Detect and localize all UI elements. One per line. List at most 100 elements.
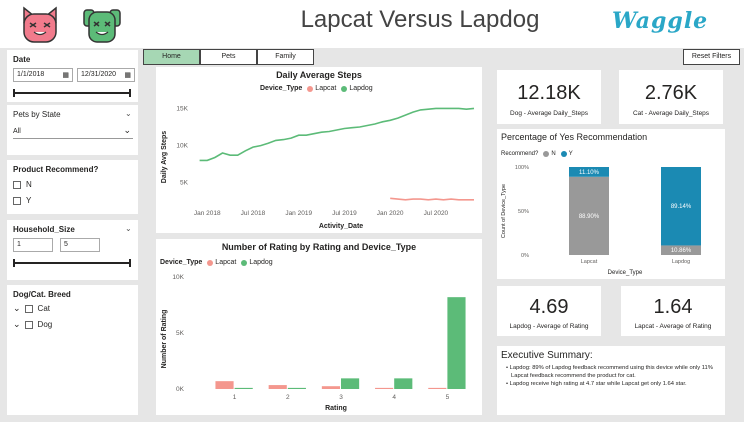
recommend-option-n[interactable]: N	[13, 180, 32, 189]
household-slider-max-handle[interactable]	[129, 259, 131, 267]
summary-item-text: Lapdog: 89% of Lapdog feedback recommend…	[509, 365, 713, 379]
rating-chart: Number of Rating by Rating and Device_Ty…	[156, 239, 482, 415]
date-start-value: 1/1/2018	[17, 71, 45, 78]
y-tick-label: 50%	[518, 209, 529, 215]
date-end-input[interactable]: 12/31/2020 ▦	[77, 68, 135, 82]
bar-lapcat-2	[268, 385, 287, 389]
x-tick-label: 2	[286, 394, 290, 401]
bar-lapcat-5	[428, 387, 447, 389]
line-chart-plot: Daily Avg Steps Activity_Date 5K 10K 15K Ja…	[161, 105, 475, 230]
recommend-option-label: Y	[26, 196, 32, 205]
x-axis-title: Device_Type	[608, 270, 643, 276]
bar-lapcat-4	[375, 387, 394, 389]
cat-logo-icon	[23, 6, 57, 43]
y-tick-label: 15K	[176, 105, 188, 112]
date-slider-track[interactable]	[13, 92, 131, 94]
household-max-input[interactable]: 5	[60, 238, 100, 252]
pets-by-state-dropdown[interactable]: All ⌄	[13, 125, 133, 139]
checkbox-icon[interactable]	[13, 196, 21, 205]
kpi-value: 4.69	[529, 296, 569, 318]
household-min-input[interactable]: 1	[13, 238, 53, 252]
date-slider-end-handle[interactable]	[129, 89, 131, 97]
date-start-input[interactable]: 1/1/2018 ▦	[13, 68, 73, 82]
kpi-label: Dog - Average Daily_Steps	[510, 110, 588, 117]
x-tick-label: Jan 2018	[194, 210, 221, 217]
x-tick-label: Jul 2020	[424, 210, 449, 217]
bar-lapdog-5	[447, 297, 466, 389]
header-bar: Lapcat Versus Lapdog Waggle	[0, 0, 744, 48]
y-tick-label: 10K	[176, 143, 188, 150]
y-axis-title: Daily Avg Steps	[161, 131, 168, 183]
x-axis-title: Activity_Date	[319, 223, 363, 230]
tab-pets[interactable]: Pets	[200, 49, 257, 65]
breed-option-label: Cat	[37, 304, 50, 313]
x-axis-title: Rating	[325, 405, 347, 412]
kpi-lapcat-rating: 1.64 Lapcat - Average of Rating	[621, 286, 725, 336]
bar-lapdog-3	[341, 378, 360, 389]
breed-slicer: Dog/Cat. Breed ⌄ Cat ⌄ Dog	[7, 285, 138, 415]
x-tick-label: Jan 2020	[377, 210, 404, 217]
kpi-cat-steps: 2.76K Cat - Average Daily_Steps	[619, 70, 723, 124]
kpi-label: Cat - Average Daily_Steps	[632, 110, 710, 117]
chevron-down-icon[interactable]: ⌄	[13, 303, 21, 314]
summary-item: • Lapdog receive high rating at 4.7 star…	[506, 381, 687, 387]
checkbox-icon[interactable]	[24, 320, 33, 329]
kpi-value: 12.18K	[517, 82, 581, 104]
y-axis-title: Number of Rating	[161, 310, 168, 369]
kpi-label: Lapdog - Average of Rating	[509, 323, 589, 330]
recommendation-chart: Percentage of Yes Recommendation Recomme…	[497, 129, 725, 279]
checkbox-icon[interactable]	[13, 180, 21, 189]
executive-summary: Executive Summary: • Lapdog: 89% of Lapd…	[497, 346, 725, 415]
kpi-lapdog-rating: 4.69 Lapdog - Average of Rating	[497, 286, 601, 336]
summary-item-text: Lapdog receive high rating at 4.7 star w…	[509, 381, 687, 387]
brand-logo: Waggle	[612, 8, 709, 34]
reset-filters-button[interactable]: Reset Filters	[683, 49, 740, 65]
data-label: 88.90%	[579, 214, 600, 220]
recommend-option-y[interactable]: Y	[13, 196, 31, 205]
household-slider-min-handle[interactable]	[13, 259, 15, 267]
product-recommend-title: Product Recommend?	[13, 165, 99, 174]
y-tick-label: 0K	[176, 386, 185, 393]
calendar-icon[interactable]: ▦	[62, 71, 69, 79]
date-slicer-title: Date	[13, 55, 31, 64]
dog-logo-icon	[83, 9, 121, 43]
chevron-down-icon[interactable]: ⌄	[125, 224, 132, 233]
data-label: 89.14%	[671, 204, 692, 210]
household-size-slicer: Household_Size ⌄ 1 5	[7, 220, 138, 280]
date-slider-start-handle[interactable]	[13, 89, 15, 97]
y-tick-label: 0%	[521, 253, 529, 259]
chevron-down-icon[interactable]: ⌄	[13, 319, 21, 330]
date-slicer: Date 1/1/2018 ▦ 12/31/2020 ▦	[7, 50, 138, 102]
tab-home[interactable]: Home	[143, 49, 200, 65]
y-tick-label: 5K	[176, 330, 185, 337]
x-tick-label: Lapcat	[581, 259, 598, 265]
x-tick-label: Jan 2019	[285, 210, 312, 217]
pets-by-state-value: All	[13, 128, 21, 135]
checkbox-icon[interactable]	[24, 304, 33, 313]
chevron-down-icon[interactable]: ⌄	[125, 109, 132, 118]
x-tick-label: 3	[339, 394, 343, 401]
calendar-icon[interactable]: ▦	[124, 71, 131, 79]
breed-option-cat[interactable]: ⌄ Cat	[13, 303, 50, 314]
x-tick-label: 4	[392, 394, 396, 401]
kpi-value: 2.76K	[644, 82, 698, 104]
bar-lapcat-3	[321, 386, 340, 389]
chevron-down-icon[interactable]: ⌄	[123, 125, 131, 136]
x-tick-label: 1	[233, 394, 237, 401]
summary-item: • Lapdog: 89% of Lapdog feedback recomme…	[506, 365, 713, 379]
date-end-value: 12/31/2020	[81, 71, 117, 78]
data-label: 10.86%	[671, 248, 692, 254]
summary-list: • Lapdog: 89% of Lapdog feedback recomme…	[499, 364, 719, 388]
kpi-label: Lapcat - Average of Rating	[634, 323, 712, 330]
breed-slicer-title: Dog/Cat. Breed	[13, 290, 71, 299]
tab-family[interactable]: Family	[257, 49, 314, 65]
x-tick-label: 5	[446, 394, 450, 401]
product-recommend-slicer: Product Recommend? N Y	[7, 160, 138, 214]
recommend-option-label: N	[26, 180, 32, 189]
y-tick-label: 100%	[515, 165, 529, 171]
breed-option-dog[interactable]: ⌄ Dog	[13, 319, 52, 330]
bar-lapcat-1	[215, 381, 234, 389]
bar-lapdog-4	[394, 378, 413, 389]
household-size-title: Household_Size	[13, 225, 75, 234]
household-slider-track[interactable]	[13, 262, 131, 264]
